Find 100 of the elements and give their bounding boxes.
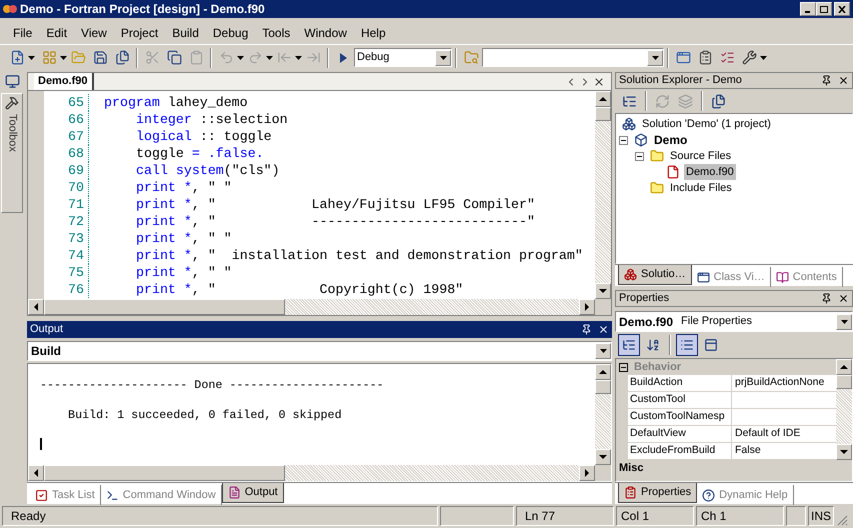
line-number: 65 (67, 94, 84, 111)
property-value[interactable]: prjBuildActionNone (735, 376, 824, 388)
new-project-icon (10, 50, 24, 65)
dropdown-arrow-button[interactable] (836, 314, 852, 330)
scroll-arrow-button[interactable] (836, 359, 852, 375)
menu-item[interactable]: Build (165, 24, 206, 42)
menu-item[interactable]: View (74, 24, 114, 42)
panel-tab[interactable]: Output (222, 483, 284, 503)
dropdown-caret-icon[interactable] (237, 56, 244, 60)
close-button[interactable] (834, 2, 850, 16)
cut-icon (144, 50, 160, 65)
collapse-toggle[interactable] (635, 152, 644, 160)
file-icon (666, 165, 680, 179)
menu-item[interactable]: Help (354, 24, 393, 42)
maximize-button[interactable] (816, 2, 832, 16)
scroll-arrow-button[interactable] (595, 283, 611, 299)
menu-item[interactable]: Project (114, 24, 166, 42)
scroll-arrow-button[interactable] (595, 449, 611, 465)
close-icon (838, 75, 849, 86)
property-value[interactable]: False (735, 444, 761, 456)
code-line: print *, " installation test and demonstration program" (135, 247, 583, 264)
minimize-button[interactable] (800, 2, 816, 16)
sort-az-icon (646, 338, 660, 352)
output-source-dropdown[interactable]: Build (27, 341, 612, 361)
property-name: CustomToolNamesp (630, 410, 725, 422)
dropdown-caret-icon[interactable] (60, 56, 67, 60)
line-number: 67 (67, 128, 84, 145)
property-category: Misc (619, 460, 644, 476)
play-icon (338, 52, 348, 64)
minus-icon (637, 154, 642, 158)
collapse-toggle[interactable] (619, 362, 628, 372)
search-dropdown[interactable] (482, 48, 664, 67)
scroll-arrow-button[interactable] (579, 299, 595, 315)
folder-icon (650, 149, 664, 163)
object-dropdown[interactable]: Demo.f90 File Properties (615, 311, 853, 332)
tree-item[interactable]: Include Files (668, 180, 734, 196)
scrollbar-corner (595, 299, 611, 315)
scroll-thumb[interactable] (44, 465, 285, 481)
refresh-icon (655, 94, 670, 108)
tree-item[interactable]: Source Files (668, 148, 734, 164)
toolbox-tab[interactable]: Toolbox (1, 93, 23, 213)
output-line: Build: 1 succeeded, 0 failed, 0 skipped (67, 408, 343, 423)
editor-tab[interactable]: Demo.f90 (34, 73, 94, 90)
scroll-arrow-button[interactable] (579, 465, 595, 481)
panel-title: Solution Explorer - Demo (619, 73, 743, 88)
output-line: --------------------- Done ---------------------- (40, 378, 385, 393)
property-value[interactable]: Default of IDE (735, 427, 800, 439)
clipboard-icon (698, 50, 712, 65)
panel-tab[interactable]: Solutio… (618, 265, 692, 285)
code-line: print *, " " (135, 230, 232, 247)
panel-tab[interactable]: Dynamic Help (697, 485, 794, 505)
dropdown-caret-icon[interactable] (266, 56, 273, 60)
panel-tab[interactable]: Contents (770, 267, 843, 287)
line-number: 72 (67, 213, 84, 230)
dropdown-caret-icon[interactable] (760, 56, 767, 60)
scroll-thumb[interactable] (44, 299, 285, 315)
tree-item[interactable]: Solution 'Demo' (1 project) (640, 116, 773, 132)
forward-icon (306, 50, 320, 65)
solution-icon (622, 117, 636, 131)
menu-item[interactable]: Window (297, 24, 354, 42)
down-arrow-icon (600, 349, 606, 353)
menu-item[interactable]: File (6, 24, 40, 42)
dropdown-caret-icon[interactable] (28, 56, 35, 60)
categorized-button[interactable] (618, 334, 640, 356)
scroll-arrow-button[interactable] (595, 364, 611, 380)
dropdown-arrow-button[interactable] (435, 50, 451, 66)
dropdown-arrow-button[interactable] (647, 50, 663, 66)
scroll-thumb[interactable] (595, 380, 611, 394)
scroll-arrow-button[interactable] (836, 444, 852, 460)
tree-item[interactable]: Demo (652, 131, 690, 149)
pin-icon (821, 75, 832, 86)
property-name: BuildAction (630, 376, 683, 388)
down-arrow-icon (652, 56, 658, 60)
menu-item[interactable]: Edit (39, 24, 74, 42)
menu-item[interactable]: Debug (206, 24, 256, 42)
pages-icon (704, 338, 718, 352)
scroll-thumb[interactable] (836, 375, 852, 389)
configuration-dropdown[interactable]: Debug (354, 48, 452, 67)
resize-grip-icon (836, 514, 848, 526)
property-name: DefaultView (630, 427, 686, 439)
dropdown-arrow-button[interactable] (595, 343, 611, 359)
close-icon (593, 76, 605, 88)
folder-icon (650, 181, 664, 195)
tree-item[interactable]: Demo.f90 (684, 164, 736, 180)
close-icon (838, 6, 846, 12)
panel-tab[interactable]: Class Vi… (692, 267, 771, 287)
code-line: print *, " Copyright(c) 1998" (135, 281, 464, 298)
scroll-arrow-button[interactable] (28, 299, 44, 315)
dropdown-caret-icon[interactable] (295, 56, 302, 60)
scroll-arrow-button[interactable] (595, 91, 611, 107)
panel-tab[interactable]: Task List (30, 485, 101, 505)
collapse-toggle[interactable] (619, 136, 628, 144)
scroll-arrow-button[interactable] (28, 465, 44, 481)
scroll-thumb[interactable] (595, 107, 611, 121)
panel-tab[interactable]: Properties (618, 483, 698, 503)
properties-icon (622, 94, 637, 108)
maximize-icon (820, 6, 828, 12)
properties-button[interactable] (676, 334, 698, 356)
line-number: 75 (67, 264, 84, 281)
menu-item[interactable]: Tools (255, 24, 298, 42)
